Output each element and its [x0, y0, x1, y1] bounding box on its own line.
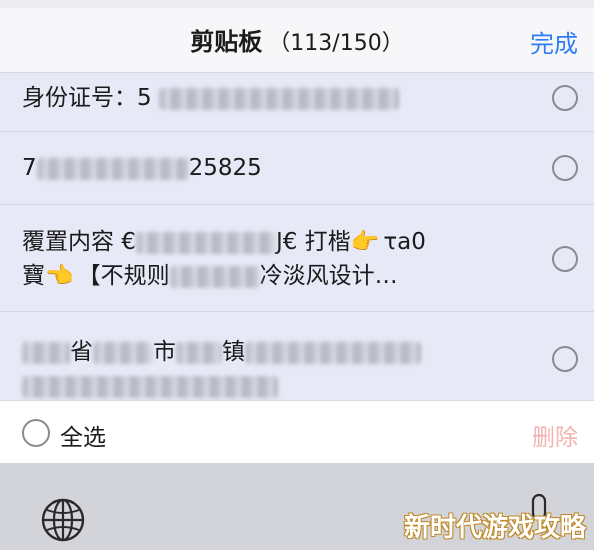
page-title: 剪贴板 （113/150） [0, 22, 594, 57]
item-prefix: 7 [22, 155, 37, 181]
select-all-label[interactable]: 全选 [60, 418, 106, 452]
redacted-content [135, 231, 276, 254]
clipboard-item[interactable]: 7 25825 [0, 132, 594, 205]
item-text-fragment: 市 [153, 339, 176, 365]
top-divider [0, 0, 594, 8]
item-select-radio[interactable] [552, 346, 578, 372]
delete-button[interactable]: 删除 [532, 418, 578, 452]
item-text-fragment: J€ 打楷 [275, 229, 351, 255]
item-text: 身份证号：5 [22, 82, 399, 114]
item-select-radio[interactable] [552, 85, 578, 111]
item-text-fragment: 省 [70, 339, 93, 365]
clipboard-item[interactable]: 覆置内容 € J€ 打楷👉 τa0 寶👈 【不规则 冷淡风设计… [0, 205, 594, 312]
keyboard-bar: 新时代游戏攻略 [0, 463, 594, 550]
item-text: 7 25825 [22, 152, 262, 184]
item-text-line2: 寶👈 【不规则 冷淡风设计… [22, 260, 398, 292]
redacted-content [245, 341, 421, 364]
item-select-radio[interactable] [552, 155, 578, 181]
item-text-fragment: 镇 [222, 339, 245, 365]
item-text-fragment: τa0 [383, 229, 426, 255]
clipboard-item[interactable]: 省市镇 [0, 312, 594, 400]
clipboard-header: 剪贴板 （113/150） 完成 [0, 0, 594, 73]
redacted-content [176, 341, 222, 364]
select-all-radio[interactable] [22, 419, 50, 447]
item-text-line1: 覆置内容 € J€ 打楷👉 τa0 [22, 226, 426, 258]
redacted-content [93, 341, 153, 364]
item-select-radio[interactable] [552, 246, 578, 272]
item-text-line1: 省市镇 [22, 336, 421, 368]
action-bar: 全选 删除 [0, 400, 594, 463]
redacted-content [22, 375, 278, 398]
item-text-line2 [22, 370, 278, 402]
item-text-fragment: 冷淡风设计… [259, 263, 398, 289]
watermark-text: 新时代游戏攻略 [403, 513, 586, 543]
item-text-fragment: 覆置内容 € [22, 229, 136, 255]
clipboard-item[interactable]: 身份证号：5 [0, 73, 594, 132]
pointing-right-emoji: 👉 [350, 229, 380, 255]
globe-icon[interactable] [40, 497, 86, 543]
done-button[interactable]: 完成 [530, 24, 578, 59]
item-count: （113/150） [268, 31, 404, 56]
title-text: 剪贴板 [190, 28, 263, 56]
item-suffix: 25825 [188, 155, 262, 181]
item-text-fragment: 【不规则 [77, 263, 170, 289]
item-prefix: 身份证号：5 [22, 85, 152, 111]
pointing-left-emoji: 👈 [45, 263, 74, 289]
redacted-content [169, 265, 260, 288]
item-text-fragment: 寶 [22, 263, 45, 289]
clipboard-list: 身份证号：5 7 25825 覆置内容 € J€ 打楷👉 τa0 寶👈 【不规则 冷淡风设… [0, 73, 594, 400]
redacted-content [36, 157, 189, 180]
redacted-content [22, 341, 70, 364]
redacted-content [158, 87, 399, 110]
